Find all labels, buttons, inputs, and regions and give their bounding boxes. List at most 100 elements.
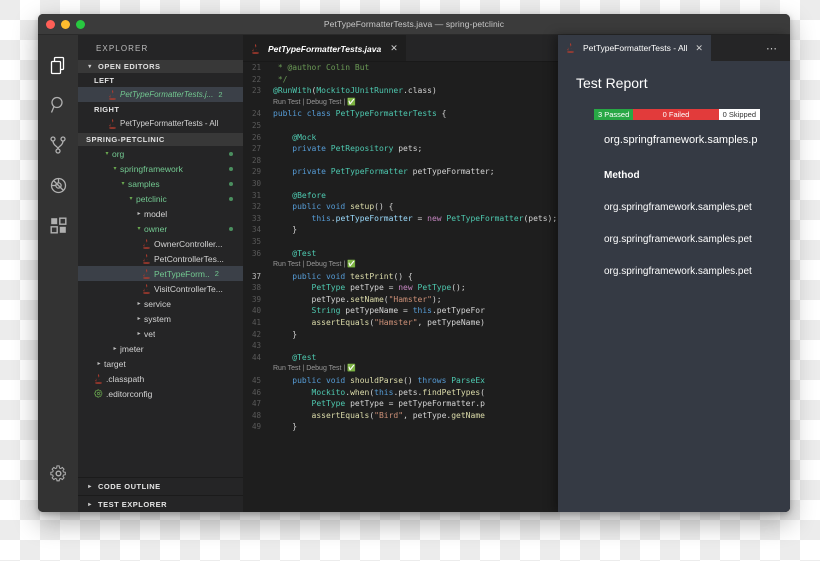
code-token: } — [273, 422, 298, 432]
tree-folder-row[interactable]: ▾ org — [78, 146, 243, 161]
code-token: PetType — [311, 399, 346, 409]
chevron-right-icon: ▸ — [88, 502, 92, 508]
tree-folder-row[interactable]: ▾ springframework — [78, 161, 243, 176]
activity-item-manage[interactable] — [38, 453, 78, 493]
tree-item-label: service — [144, 298, 171, 309]
test-summary-bar: 3 Passed 0 Failed 0 Skipped — [594, 109, 760, 120]
java-icon — [566, 43, 575, 53]
modified-indicator — [229, 196, 233, 201]
sidebar-explorer: EXPLORER ▾ OPEN EDITORS LEFT PetTypeForm… — [78, 35, 243, 512]
tree-folder-row[interactable]: ▾ petclinic — [78, 191, 243, 206]
line-number: 37 — [251, 271, 261, 281]
traffic-lights — [46, 20, 85, 29]
tree-item-label: PetTypeForm.. — [154, 268, 210, 279]
report-more-actions[interactable]: ⋯ — [754, 39, 790, 57]
code-lens-label[interactable]: Run Test | Debug Test | — [243, 97, 347, 109]
minimize-window-button[interactable] — [61, 20, 70, 29]
tree-item-label: OwnerController... — [154, 238, 223, 249]
report-method-row[interactable]: org.springframework.samples.pet — [604, 234, 790, 245]
code-token: PetType — [311, 283, 346, 293]
status-badge-passed: 3 Passed — [594, 109, 634, 120]
tree-item-label: model — [144, 208, 168, 219]
tree-file-row[interactable]: .editorconfig — [78, 386, 243, 401]
section-open-editors[interactable]: ▾ OPEN EDITORS — [78, 60, 243, 73]
chevron-down-icon: ▾ — [105, 151, 109, 157]
report-method-row[interactable]: org.springframework.samples.pet — [604, 202, 790, 213]
report-tab[interactable]: PetTypeFormatterTests - All ✕ — [558, 35, 711, 61]
tree-file-row[interactable]: VisitControllerTe... — [78, 281, 243, 296]
tree-folder-row[interactable]: ▸ target — [78, 356, 243, 371]
tree-item-badge: 2 — [214, 269, 219, 278]
line-number: 38 — [251, 283, 261, 293]
activity-item-extensions[interactable] — [38, 205, 78, 245]
chevron-down-icon: ▾ — [121, 181, 125, 187]
code-token: PetTypeFormatter — [330, 167, 408, 177]
status-badge-failed: 0 Failed — [633, 109, 719, 120]
tree-folder-row[interactable]: ▾ samples — [78, 176, 243, 191]
activity-item-search[interactable] — [38, 85, 78, 125]
code-token: @Test — [292, 248, 317, 258]
code-token: void — [325, 202, 351, 212]
line-number: 36 — [251, 248, 261, 258]
tree-folder-row[interactable]: ▸ jmeter — [78, 341, 243, 356]
title-bar: PetTypeFormatterTests.java — spring-petc… — [38, 14, 790, 35]
chevron-right-icon: ▸ — [97, 361, 101, 367]
line-number: 24 — [251, 109, 261, 119]
code-token: () — [403, 376, 418, 386]
open-editor-item[interactable]: PetTypeFormatterTests.j... 2 — [78, 87, 243, 102]
code-lens-label[interactable]: Run Test | Debug Test | — [243, 259, 347, 271]
activity-item-explorer[interactable] — [38, 45, 78, 85]
open-editors-group-right-label: RIGHT — [94, 105, 120, 114]
zoom-window-button[interactable] — [76, 20, 85, 29]
line-number: 23 — [251, 86, 261, 96]
close-window-button[interactable] — [46, 20, 55, 29]
code-token: public — [292, 202, 326, 212]
code-lens-label[interactable]: Run Test | Debug Test | — [243, 363, 347, 375]
extensions-icon — [50, 217, 67, 234]
section-code-outline[interactable]: ▸ CODE OUTLINE — [78, 477, 243, 495]
close-icon[interactable]: ✕ — [390, 43, 398, 54]
tree-folder-row[interactable]: ▸ model — [78, 206, 243, 221]
app-body: EXPLORER ▾ OPEN EDITORS LEFT PetTypeForm… — [38, 35, 790, 512]
code-token: { — [436, 109, 447, 119]
tree-item-label: VisitControllerTe... — [154, 283, 223, 294]
modified-indicator — [229, 181, 233, 186]
tree-item-label: .classpath — [106, 373, 145, 384]
tree-folder-row[interactable]: ▾ owner — [78, 221, 243, 236]
activity-item-debug[interactable] — [38, 165, 78, 205]
section-project-root[interactable]: SPRING-PETCLINIC — [78, 133, 243, 146]
modified-indicator — [229, 166, 233, 171]
tree-file-row[interactable]: PetControllerTes... — [78, 251, 243, 266]
code-token: "Bird" — [374, 410, 404, 420]
tree-folder-row[interactable]: ▸ system — [78, 311, 243, 326]
code-token: ( — [480, 387, 485, 397]
open-editor-item[interactable]: PetTypeFormatterTests - All — [78, 116, 243, 131]
code-token: @Before — [292, 190, 326, 200]
code-token: shouldParse — [350, 376, 404, 386]
code-token: public — [292, 376, 326, 386]
editor-tab-pettypeformattertests[interactable]: PetTypeFormatterTests.java ✕ — [243, 35, 406, 61]
code-token: throws — [417, 376, 452, 386]
java-icon — [251, 43, 260, 54]
tree-item-label: system — [144, 313, 171, 324]
modified-indicator — [229, 151, 233, 156]
tree-folder-row[interactable]: ▸ service — [78, 296, 243, 311]
tree-file-row[interactable]: .classpath — [78, 371, 243, 386]
tree-item-label: samples — [128, 178, 160, 189]
code-token: * @author Colin But — [273, 63, 370, 72]
tree-folder-row[interactable]: ▸ vet — [78, 326, 243, 341]
close-icon[interactable]: ✕ — [695, 43, 703, 54]
line-number: 49 — [251, 422, 261, 432]
chevron-right-icon: ▸ — [137, 301, 141, 307]
java-icon — [142, 238, 151, 249]
tree-file-row[interactable]: PetTypeForm.. 2 — [78, 266, 243, 281]
report-method-row[interactable]: org.springframework.samples.pet — [604, 266, 790, 277]
activity-item-source-control[interactable] — [38, 125, 78, 165]
section-test-explorer[interactable]: ▸ TEST EXPLORER — [78, 495, 243, 512]
tree-file-row[interactable]: OwnerController... — [78, 236, 243, 251]
